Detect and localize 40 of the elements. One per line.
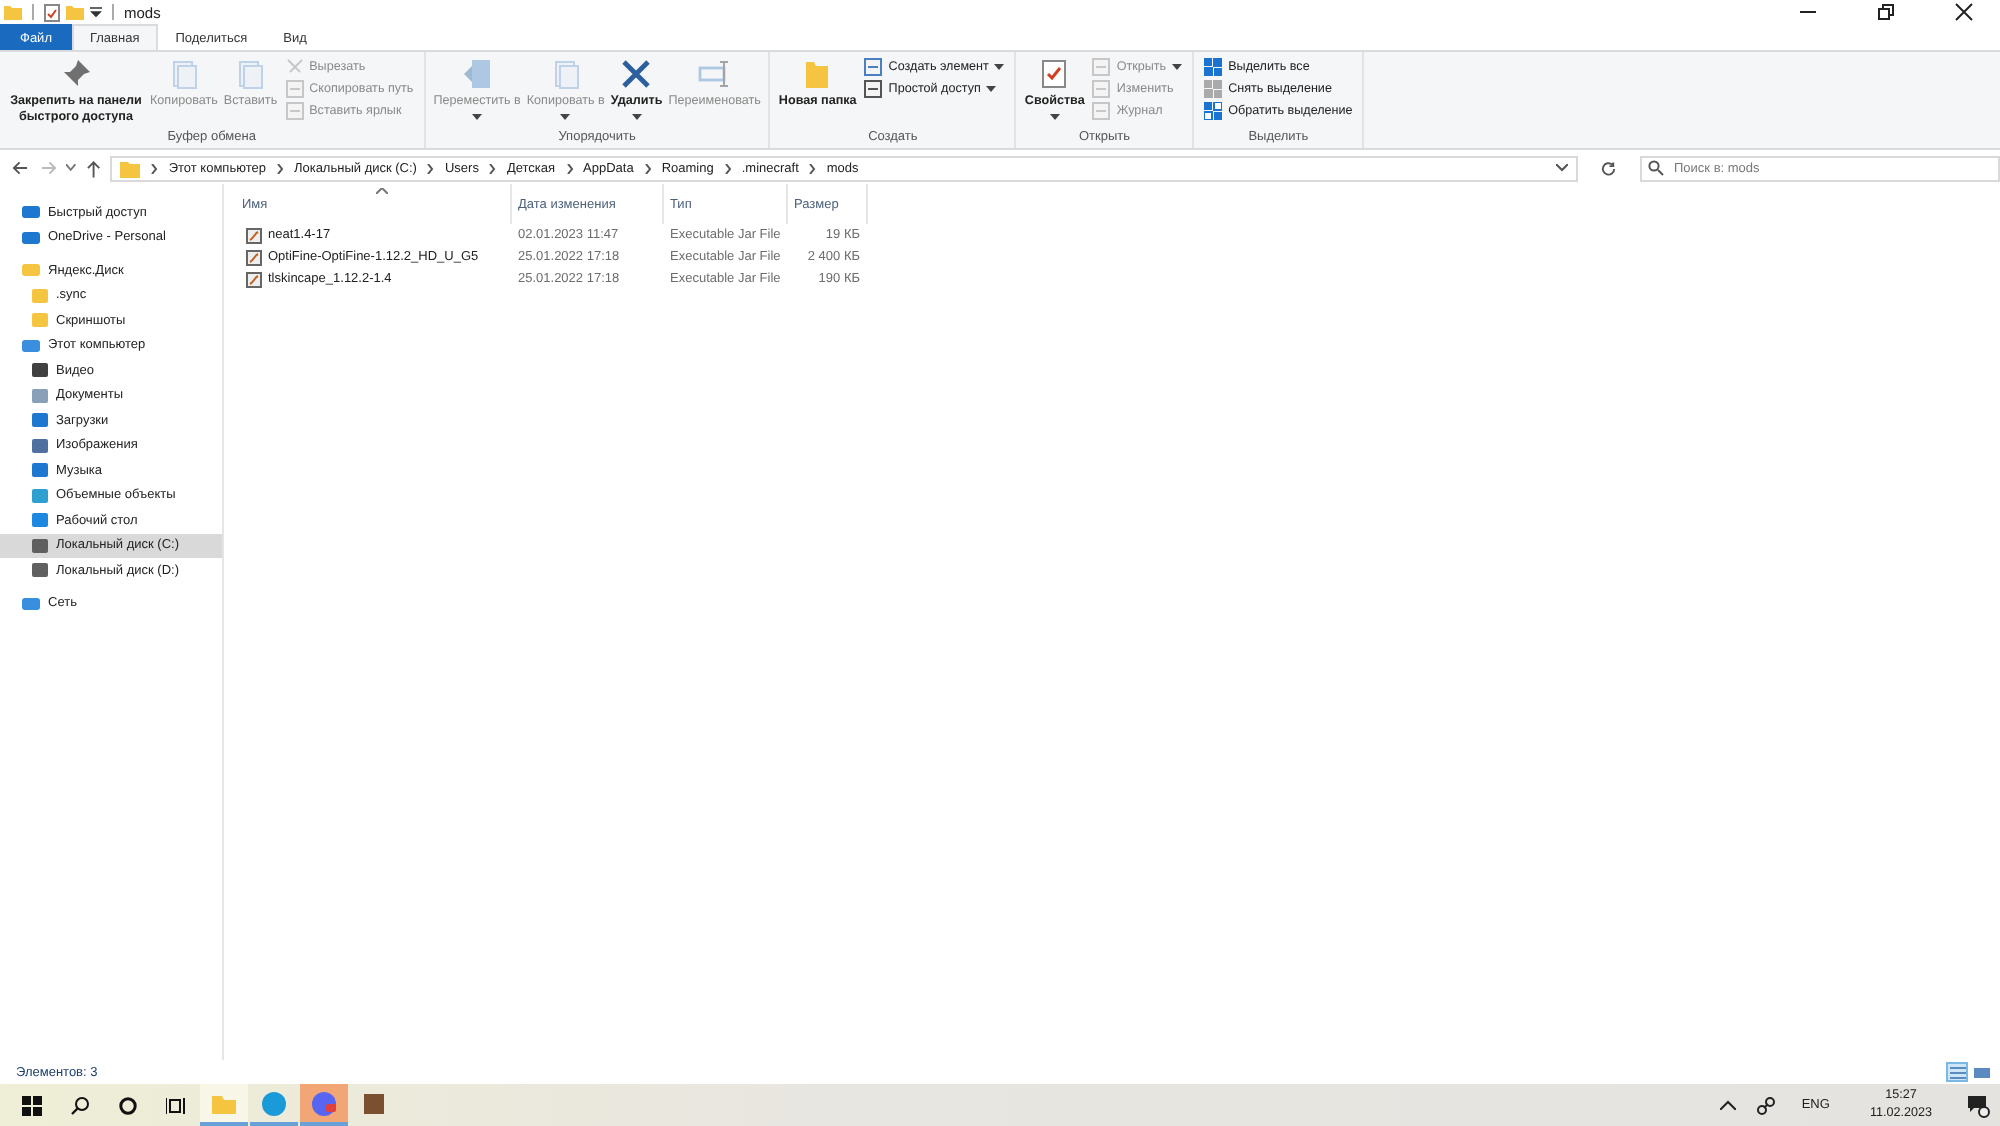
back-icon[interactable]	[12, 160, 30, 176]
chevron-icon	[426, 163, 435, 173]
chevron-icon	[565, 163, 574, 173]
select-none-icon	[1204, 80, 1223, 98]
details-view-button[interactable]	[1946, 1062, 1968, 1082]
file-icon	[246, 249, 262, 265]
chevron-icon	[723, 163, 732, 173]
chevron-up-icon[interactable]	[1719, 1100, 1736, 1110]
up-icon[interactable]	[85, 159, 101, 177]
refresh-icon[interactable]	[1600, 159, 1618, 177]
restore-icon[interactable]	[1876, 2, 1896, 22]
file-icon	[246, 227, 262, 243]
search-icon	[1648, 160, 1664, 176]
delete-icon	[620, 58, 653, 90]
caret-icon[interactable]	[1556, 164, 1569, 172]
circle-icon[interactable]	[118, 1095, 138, 1115]
chevron-icon	[808, 163, 817, 173]
chat-icon	[310, 1089, 338, 1117]
chevron-icon	[150, 163, 159, 173]
select-all-icon	[1204, 58, 1223, 76]
chevron-icon	[488, 163, 497, 173]
search-icon[interactable]	[70, 1095, 90, 1115]
scissors-icon	[285, 58, 304, 76]
close-icon[interactable]	[1954, 2, 1974, 22]
invert-selection-icon	[1204, 102, 1223, 120]
notification-icon[interactable]	[1966, 1093, 1990, 1117]
task-view-icon[interactable]	[166, 1095, 186, 1115]
chevron-icon	[275, 163, 284, 173]
chevron-icon	[643, 163, 652, 173]
copy-icon	[549, 58, 582, 90]
move-icon	[461, 58, 494, 90]
tiles-view-button[interactable]	[1970, 1062, 1992, 1082]
windows-start-icon[interactable]	[22, 1095, 42, 1115]
properties-icon[interactable]	[44, 3, 60, 21]
caret-icon[interactable]	[90, 6, 102, 18]
pin-icon	[60, 58, 92, 90]
rename-icon	[698, 58, 731, 90]
properties-icon	[1038, 58, 1071, 90]
copy-icon	[167, 58, 200, 90]
file-icon	[246, 271, 262, 287]
